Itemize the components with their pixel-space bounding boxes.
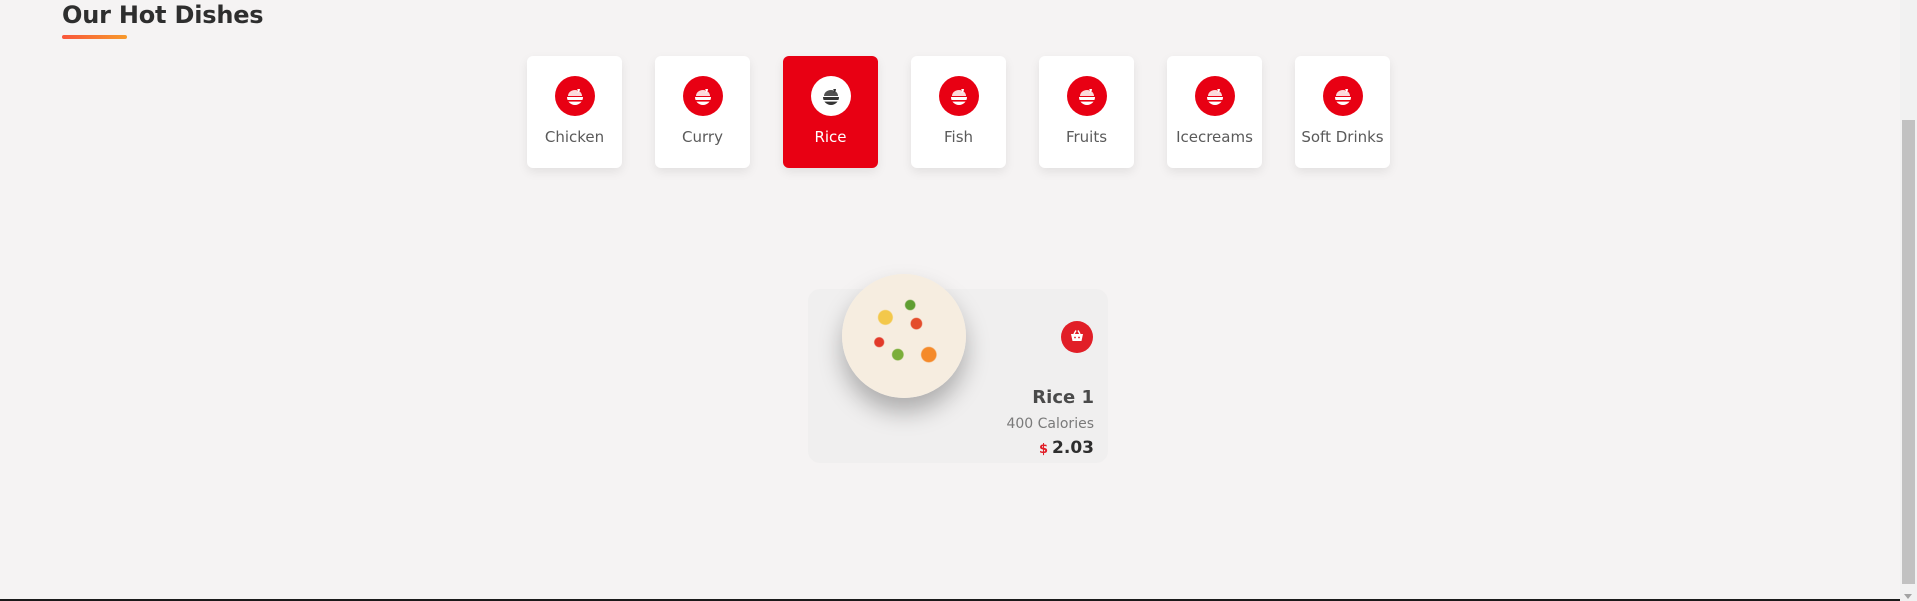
- scroll-thumb[interactable]: [1902, 120, 1915, 584]
- dish-calories: 400 Calories: [1006, 416, 1094, 432]
- dish-name: Rice 1: [1032, 387, 1094, 408]
- title-underline: [62, 35, 127, 39]
- category-soft-drinks[interactable]: Soft Drinks: [1295, 56, 1390, 168]
- dish-icon: [683, 76, 723, 116]
- category-rice[interactable]: Rice: [783, 56, 878, 168]
- category-curry[interactable]: Curry: [655, 56, 750, 168]
- category-label: Curry: [682, 128, 723, 146]
- dish-icon: [555, 76, 595, 116]
- category-fish[interactable]: Fish: [911, 56, 1006, 168]
- category-label: Fruits: [1065, 128, 1108, 146]
- category-chicken[interactable]: Chicken: [527, 56, 622, 168]
- dish-icon: [1323, 76, 1363, 116]
- category-icecreams[interactable]: Icecreams: [1167, 56, 1262, 168]
- rice-bowl-image: [842, 274, 966, 398]
- price-value: 2.03: [1052, 438, 1094, 458]
- category-fruits[interactable]: Fruits: [1039, 56, 1134, 168]
- scroll-down-arrow-icon[interactable]: [1904, 594, 1912, 599]
- dish-icon: [939, 76, 979, 116]
- currency-symbol: $: [1039, 442, 1049, 457]
- vertical-scrollbar[interactable]: [1900, 0, 1917, 601]
- dish-icon: [1067, 76, 1107, 116]
- category-label: Chicken: [544, 128, 605, 146]
- shopping-basket-icon: [1070, 328, 1084, 347]
- add-to-cart-button[interactable]: [1061, 321, 1093, 353]
- dish-icon: [811, 76, 851, 116]
- category-list: Chicken Curry Rice Fish Fruits Icecreams: [527, 56, 1391, 168]
- dish-card: Rice 1 400 Calories $2.03: [808, 274, 1108, 463]
- category-label: Fish: [943, 128, 974, 146]
- dish-price: $2.03: [1039, 438, 1094, 458]
- category-label: Rice: [814, 128, 847, 146]
- dish-icon: [1195, 76, 1235, 116]
- category-label: Icecreams: [1176, 128, 1253, 146]
- section-title: Our Hot Dishes: [62, 1, 264, 29]
- category-label: Soft Drinks: [1301, 128, 1384, 146]
